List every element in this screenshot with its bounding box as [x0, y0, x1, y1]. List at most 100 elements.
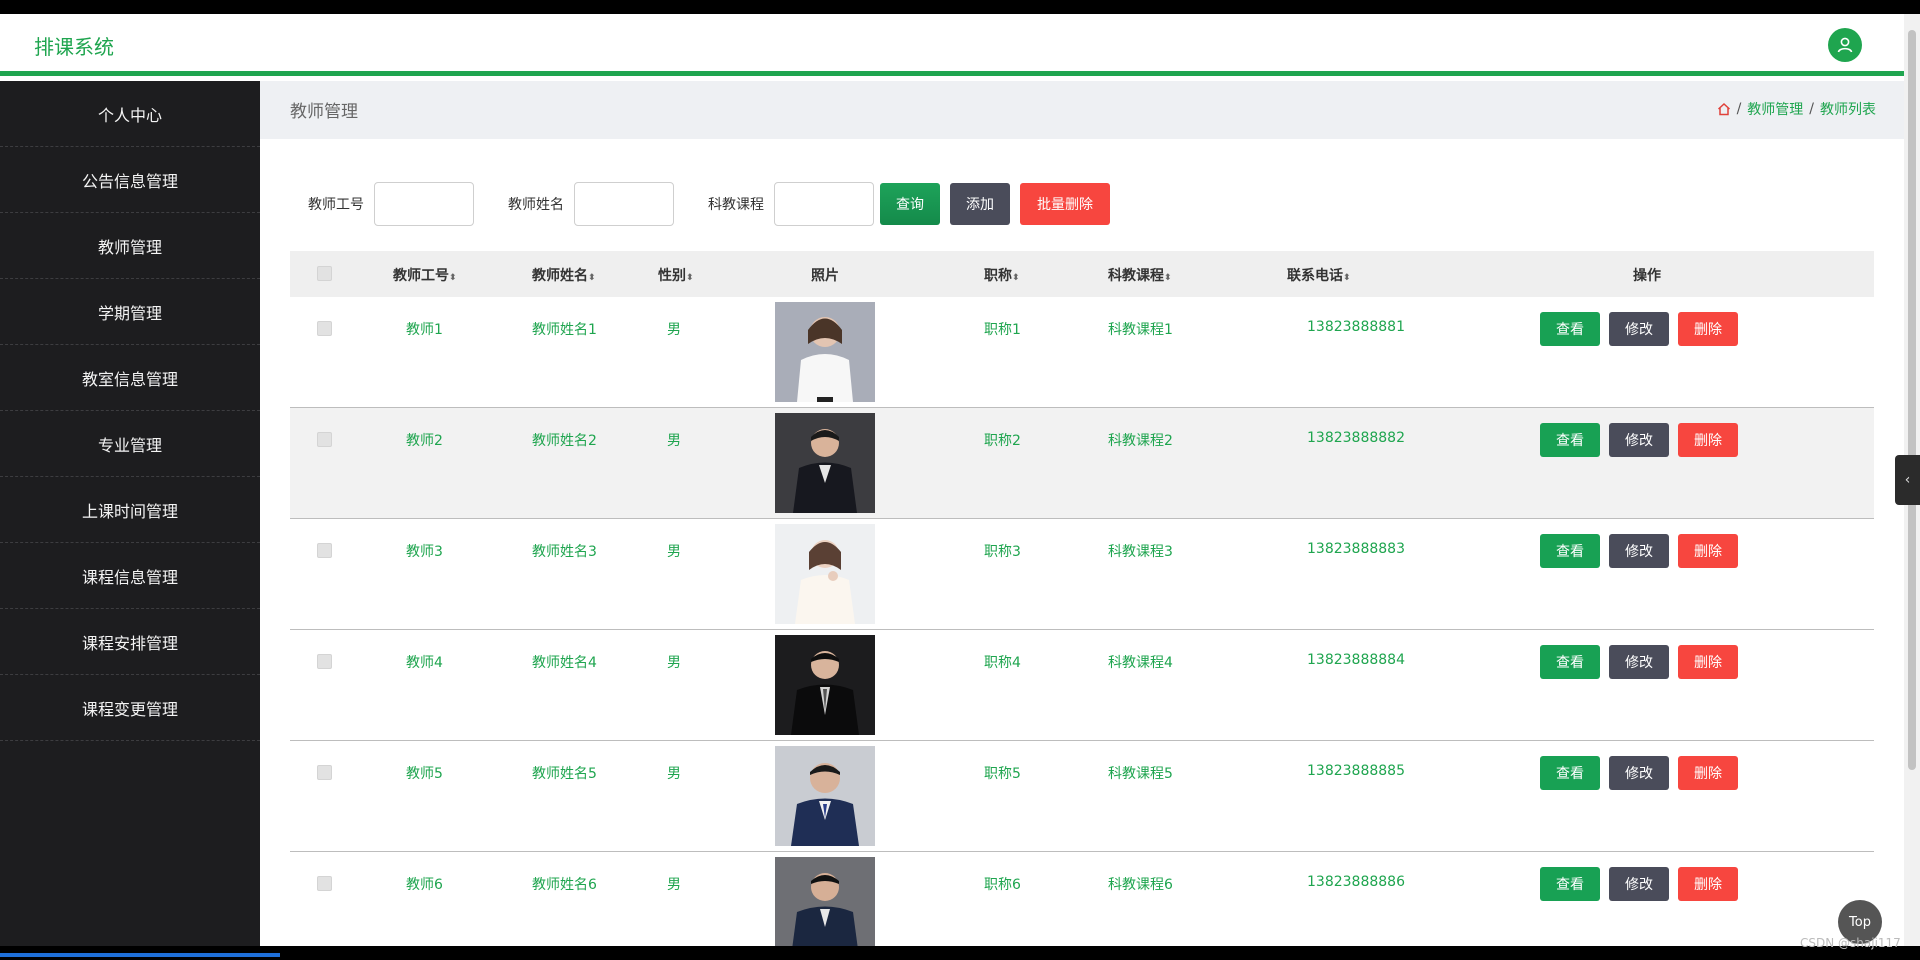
batch-delete-button[interactable]: 批量删除	[1020, 183, 1110, 225]
teacher-id-cell[interactable]: 教师3	[406, 541, 443, 561]
course-label: 科教课程	[708, 197, 764, 213]
title-cell: 职称1	[984, 322, 1021, 338]
table-row: 教师5 教师姓名5 男 职称5 科教课程5 13823888885 查看 修改 …	[290, 741, 1874, 852]
column-header-teacher-name[interactable]: 教师姓名⬍	[532, 265, 596, 285]
teacher-id-cell[interactable]: 教师4	[406, 652, 443, 672]
sidebar-item-majors[interactable]: 专业管理	[0, 411, 260, 477]
teacher-name-cell[interactable]: 教师姓名1	[532, 319, 597, 339]
teacher-id-label: 教师工号	[308, 197, 364, 213]
breadcrumb-item-teacher-list[interactable]: 教师列表	[1820, 99, 1876, 119]
sidebar-item-classrooms[interactable]: 教室信息管理	[0, 345, 260, 411]
view-button[interactable]: 查看	[1540, 423, 1600, 457]
teacher-id-input[interactable]	[374, 182, 474, 226]
view-button[interactable]: 查看	[1540, 645, 1600, 679]
sidebar-item-announcements[interactable]: 公告信息管理	[0, 147, 260, 213]
column-header-label: 教师姓名	[532, 268, 588, 284]
delete-button[interactable]: 删除	[1678, 534, 1738, 568]
sidebar-item-course-changes[interactable]: 课程变更管理	[0, 675, 260, 741]
table-row: 教师3 教师姓名3 男 职称3 科教课程3 13823888883 查看 修改 …	[290, 519, 1874, 630]
sidebar-item-teachers[interactable]: 教师管理	[0, 213, 260, 279]
table-row: 教师2 教师姓名2 男 职称2 科教课程2 13823888882 查看 修改 …	[290, 408, 1874, 519]
row-checkbox[interactable]	[317, 876, 332, 891]
app-window: 排课系统 个人中心 公告信息管理 教师管理 学期管理 教室信息管理 专业管理 上…	[0, 14, 1904, 946]
delete-button[interactable]: 删除	[1678, 423, 1738, 457]
row-checkbox[interactable]	[317, 543, 332, 558]
row-checkbox[interactable]	[317, 321, 332, 336]
select-all-checkbox[interactable]	[317, 266, 332, 281]
teacher-id-cell[interactable]: 教师5	[406, 763, 443, 783]
edit-button[interactable]: 修改	[1609, 867, 1669, 901]
sidebar-item-label: 上课时间管理	[81, 501, 178, 521]
teacher-id-cell[interactable]: 教师2	[406, 430, 443, 450]
course-input[interactable]	[774, 182, 874, 226]
phone-cell: 13823888886	[1307, 874, 1405, 890]
column-header-photo: 照片	[811, 268, 839, 284]
column-header-course[interactable]: 科教课程⬍	[1108, 265, 1172, 285]
edit-button[interactable]: 修改	[1609, 312, 1669, 346]
edit-button[interactable]: 修改	[1609, 645, 1669, 679]
column-header-title[interactable]: 职称⬍	[984, 265, 1020, 285]
course-cell: 科教课程1	[1108, 322, 1173, 338]
teacher-photo	[775, 302, 875, 402]
title-cell: 职称4	[984, 655, 1021, 671]
user-icon	[1837, 37, 1853, 53]
sidebar-item-personal-center[interactable]: 个人中心	[0, 81, 260, 147]
view-button[interactable]: 查看	[1540, 534, 1600, 568]
column-header-label: 联系电话	[1287, 268, 1343, 284]
view-button[interactable]: 查看	[1540, 312, 1600, 346]
scrollbar-thumb[interactable]	[1908, 30, 1916, 770]
user-avatar-button[interactable]	[1828, 28, 1862, 62]
column-header-teacher-id[interactable]: 教师工号⬍	[393, 265, 457, 285]
sidebar-item-semesters[interactable]: 学期管理	[0, 279, 260, 345]
sort-icon: ⬍	[449, 273, 457, 283]
teacher-name-cell[interactable]: 教师姓名4	[532, 652, 597, 672]
sidebar: 个人中心 公告信息管理 教师管理 学期管理 教室信息管理 专业管理 上课时间管理…	[0, 81, 260, 946]
query-button[interactable]: 查询	[880, 183, 940, 225]
column-header-phone[interactable]: 联系电话⬍	[1287, 265, 1351, 285]
sidebar-item-schedules[interactable]: 课程安排管理	[0, 609, 260, 675]
teacher-name-cell[interactable]: 教师姓名5	[532, 763, 597, 783]
row-actions: 查看 修改 删除	[1540, 867, 1738, 901]
sort-icon: ⬍	[1343, 273, 1351, 283]
teacher-name-cell[interactable]: 教师姓名3	[532, 541, 597, 561]
page-title: 教师管理	[290, 102, 358, 122]
teacher-photo	[775, 524, 875, 624]
edit-button[interactable]: 修改	[1609, 756, 1669, 790]
sidebar-item-label: 课程安排管理	[81, 633, 178, 653]
phone-cell: 13823888885	[1307, 763, 1405, 779]
title-cell: 职称5	[984, 766, 1021, 782]
table-header: 教师工号⬍ 教师姓名⬍ 性别⬍ 照片 职称⬍ 科教课程⬍ 联系电话⬍ 操作	[290, 251, 1874, 297]
teacher-name-input[interactable]	[574, 182, 674, 226]
edit-button[interactable]: 修改	[1609, 423, 1669, 457]
teacher-id-cell[interactable]: 教师1	[406, 319, 443, 339]
row-checkbox[interactable]	[317, 765, 332, 780]
table-row: 教师6 教师姓名6 男 职称6 科教课程6 13823888886 查看 修改 …	[290, 852, 1874, 946]
breadcrumb-item-teachers[interactable]: 教师管理	[1747, 99, 1803, 119]
home-icon[interactable]	[1717, 102, 1731, 116]
add-button[interactable]: 添加	[950, 183, 1010, 225]
delete-button[interactable]: 删除	[1678, 312, 1738, 346]
phone-cell: 13823888881	[1307, 319, 1405, 335]
collapse-panel-tab[interactable]: ‹	[1895, 455, 1920, 505]
view-button[interactable]: 查看	[1540, 756, 1600, 790]
delete-button[interactable]: 删除	[1678, 645, 1738, 679]
sidebar-item-class-times[interactable]: 上课时间管理	[0, 477, 260, 543]
teacher-id-cell[interactable]: 教师6	[406, 874, 443, 894]
sidebar-item-label: 课程信息管理	[81, 567, 178, 587]
breadcrumb-bar: 教师管理 / 教师管理 / 教师列表	[260, 81, 1904, 139]
teacher-name-cell[interactable]: 教师姓名2	[532, 430, 597, 450]
row-checkbox[interactable]	[317, 654, 332, 669]
sidebar-item-courses[interactable]: 课程信息管理	[0, 543, 260, 609]
chevron-left-icon: ‹	[1904, 472, 1911, 488]
gender-cell: 男	[667, 544, 681, 560]
delete-button[interactable]: 删除	[1678, 867, 1738, 901]
edit-button[interactable]: 修改	[1609, 534, 1669, 568]
sidebar-item-label: 专业管理	[97, 435, 162, 455]
phone-cell: 13823888883	[1307, 541, 1405, 557]
column-header-gender[interactable]: 性别⬍	[658, 265, 694, 285]
delete-button[interactable]: 删除	[1678, 756, 1738, 790]
view-button[interactable]: 查看	[1540, 867, 1600, 901]
teacher-name-cell[interactable]: 教师姓名6	[532, 874, 597, 894]
teacher-name-label: 教师姓名	[508, 197, 564, 213]
row-checkbox[interactable]	[317, 432, 332, 447]
